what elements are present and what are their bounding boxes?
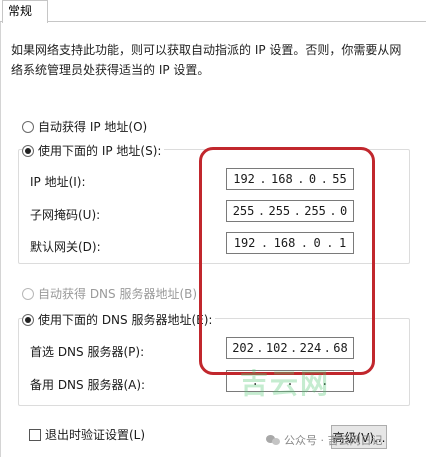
ip-octet-3: 0 [308, 172, 317, 186]
gw-octet-3: 0 [313, 236, 321, 250]
manual-dns-label: 使用下面的 DNS 服务器地址(E): [38, 313, 213, 327]
validate-label: 退出时验证设置(L) [45, 428, 146, 442]
pdns-octet-3: 224 [299, 341, 322, 355]
auto-ip-label: 自动获得 IP 地址(O) [38, 120, 148, 134]
manual-dns-radio[interactable] [22, 313, 34, 326]
gateway-label: 默认网关(D): [30, 240, 101, 254]
auto-dns-label: 自动获得 DNS 服务器地址(B) [38, 287, 198, 301]
ip-address-input[interactable]: 192. 168. 0. 55 [226, 168, 354, 190]
tab-strip: 常规 [0, 0, 426, 23]
mask-octet-4: 0 [340, 204, 348, 218]
pdns-octet-4: 68 [333, 341, 348, 355]
alternate-dns-label: 备用 DNS 服务器(A): [30, 378, 146, 392]
auto-dns-radio[interactable] [22, 287, 34, 300]
ip-address-label: IP 地址(I): [30, 175, 86, 189]
manual-ip-label: 使用下面的 IP 地址(S): [38, 144, 162, 158]
ip-octet-2: 168 [271, 172, 293, 186]
gw-octet-1: 192 [233, 236, 256, 250]
gateway-input[interactable]: 192. 168. 0. 1 [226, 232, 354, 254]
preferred-dns-label: 首选 DNS 服务器(P): [30, 345, 145, 359]
auto-ip-option[interactable]: 自动获得 IP 地址(O) [22, 118, 151, 135]
alternate-dns-input[interactable]: . . . [226, 370, 354, 392]
auto-ip-radio[interactable] [22, 120, 34, 133]
tab-general[interactable]: 常规 [2, 0, 48, 23]
pdns-octet-1: 202 [232, 341, 254, 355]
manual-dns-option[interactable]: 使用下面的 DNS 服务器地址(E): [22, 311, 216, 328]
manual-ip-radio[interactable] [22, 144, 34, 157]
subnet-mask-label: 子网掩码(U): [30, 208, 101, 222]
ip-octet-4: 55 [332, 172, 347, 186]
advanced-button[interactable]: 高级(V)... [331, 425, 387, 449]
gw-octet-4: 1 [338, 236, 347, 250]
mask-octet-2: 255 [268, 204, 291, 218]
subnet-mask-input[interactable]: 255. 255. 255. 0 [226, 200, 354, 222]
validate-checkbox[interactable] [29, 428, 41, 441]
description-text: 如果网络支持此功能，则可以获取自动指派的 IP 设置。否则，你需要从网络系统管理… [11, 43, 402, 77]
auto-dns-option[interactable]: 自动获得 DNS 服务器地址(B) [22, 285, 201, 302]
ip-octet-1: 192 [233, 172, 255, 186]
mask-octet-3: 255 [304, 204, 326, 218]
preferred-dns-input[interactable]: 202. 102. 224. 68 [226, 337, 354, 359]
pdns-octet-2: 102 [265, 341, 288, 355]
mask-octet-1: 255 [232, 204, 255, 218]
validate-option[interactable]: 退出时验证设置(L) [29, 426, 145, 443]
ipv4-properties-dialog: 常规 如果网络支持此功能，则可以获取自动指派的 IP 设置。否则，你需要从网络系… [0, 0, 426, 457]
manual-ip-option[interactable]: 使用下面的 IP 地址(S): [22, 142, 165, 159]
gw-octet-2: 168 [273, 236, 296, 250]
